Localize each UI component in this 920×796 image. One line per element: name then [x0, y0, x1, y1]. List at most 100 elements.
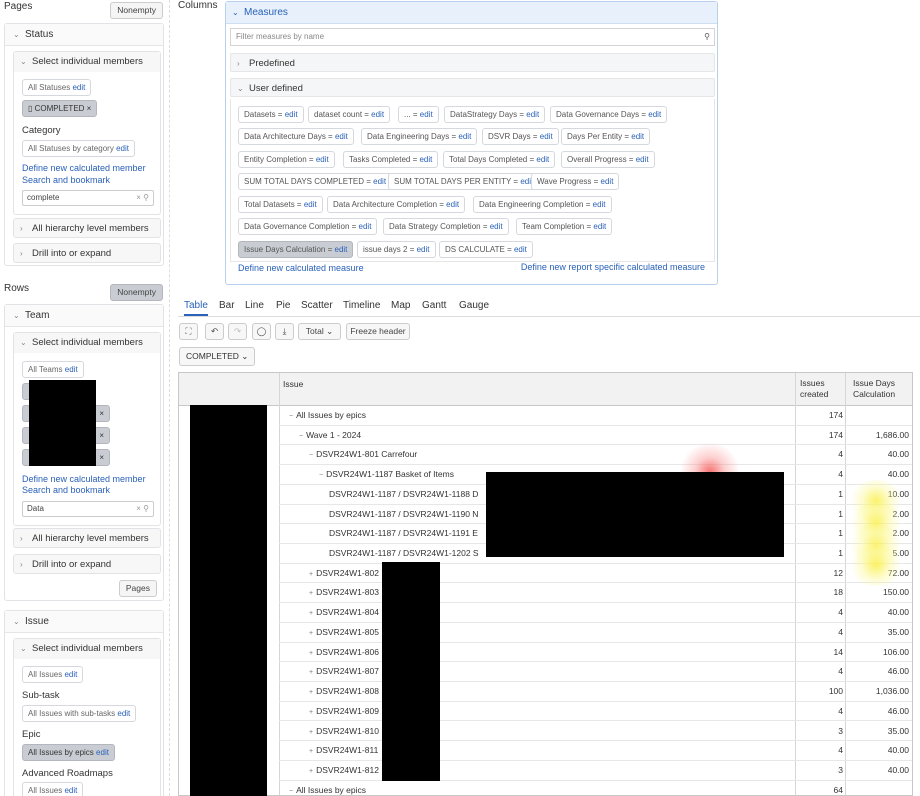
predefined-section[interactable]: › Predefined [230, 53, 715, 72]
table-row[interactable]: + DSVR24W1-811 4 40.00 [279, 741, 912, 761]
cell-issue-days[interactable]: 40.00 [847, 741, 909, 760]
cell-issue-days[interactable]: 46.00 [847, 662, 909, 681]
clear-search-icon[interactable]: × ⚲ [136, 502, 149, 516]
cell-issues-created[interactable]: 3 [791, 761, 843, 780]
measure-chip[interactable]: DS CALCULATE = edit [439, 241, 533, 258]
pages-button[interactable]: Pages [118, 580, 157, 597]
cell-issues-created[interactable]: 1 [791, 505, 843, 524]
measure-edit-link[interactable]: edit [316, 155, 329, 164]
row-issue-name[interactable]: DSVR24W1-1187 / DSVR24W1-1188 D [329, 485, 478, 504]
cell-issues-created[interactable]: 64 [791, 781, 843, 795]
close-icon[interactable]: × [99, 431, 104, 440]
measure-chip[interactable]: Entity Completion = edit [238, 151, 335, 168]
cell-issue-days[interactable]: 2.00 [847, 524, 909, 543]
expand-icon[interactable]: + [309, 571, 313, 578]
measure-edit-link[interactable]: edit [648, 110, 661, 119]
row-issue-name[interactable]: + DSVR24W1-812 [309, 761, 379, 781]
collapse-icon[interactable]: − [319, 472, 323, 479]
measure-edit-link[interactable]: edit [371, 110, 384, 119]
measure-edit-link[interactable]: edit [540, 132, 553, 141]
col-created-header[interactable]: Issues created [800, 378, 848, 400]
cell-issues-created[interactable]: 174 [791, 426, 843, 445]
table-row[interactable]: − All Issues by epics 174 [279, 406, 912, 426]
expand-icon[interactable]: + [309, 748, 313, 755]
cell-issues-created[interactable]: 14 [791, 643, 843, 662]
measure-edit-link[interactable]: edit [593, 222, 606, 231]
redo-icon[interactable]: ↷ [228, 323, 247, 340]
measure-chip[interactable]: Wave Progress = edit [531, 173, 620, 190]
cell-issues-created[interactable]: 4 [791, 465, 843, 484]
measure-chip[interactable]: Overall Progress = edit [561, 151, 655, 168]
comment-icon[interactable]: ◯ [252, 323, 271, 340]
cell-issues-created[interactable]: 1 [791, 544, 843, 563]
row-issue-name[interactable]: + DSVR24W1-804 [309, 603, 379, 623]
measure-chip[interactable]: SUM TOTAL DAYS PER ENTITY = edit [388, 173, 540, 190]
measure-chip[interactable]: ... = edit [398, 106, 439, 123]
row-issue-name[interactable]: + DSVR24W1-806 [309, 643, 379, 663]
row-issue-name[interactable]: − Wave 1 - 2024 [299, 426, 361, 446]
cell-issues-created[interactable]: 4 [791, 445, 843, 464]
measure-edit-link[interactable]: edit [420, 110, 433, 119]
measure-chip[interactable]: Data Architecture Days = edit [238, 128, 354, 145]
measure-edit-link[interactable]: edit [636, 155, 649, 164]
user-defined-section[interactable]: ⌄ User defined [230, 78, 715, 97]
close-icon[interactable]: × [99, 409, 104, 418]
tab-timeline[interactable]: Timeline [343, 300, 380, 311]
cell-issue-days[interactable]: 72.00 [847, 564, 909, 583]
measure-chip[interactable]: DataStrategy Days = edit [444, 106, 546, 123]
measure-edit-link[interactable]: edit [373, 177, 386, 186]
row-issue-name[interactable]: − All Issues by epics [289, 781, 366, 795]
row-issue-name[interactable]: + DSVR24W1-805 [309, 623, 379, 643]
col-issue-header[interactable]: Issue [283, 379, 303, 390]
measure-chip[interactable]: Data Strategy Completion = edit [383, 218, 509, 235]
cell-issues-created[interactable]: 4 [791, 702, 843, 721]
rows-search-bookmark-link[interactable]: Search and bookmark [22, 485, 110, 495]
cell-issue-days[interactable]: 46.00 [847, 702, 909, 721]
expand-icon[interactable]: + [309, 590, 313, 597]
expand-icon[interactable]: + [309, 768, 313, 775]
all-hierarchy-members[interactable]: › All hierarchy level members [13, 218, 161, 238]
define-calculated-member-link[interactable]: Define new calculated member [22, 163, 146, 173]
tab-line[interactable]: Line [245, 300, 264, 311]
measure-chip[interactable]: Datasets = edit [238, 106, 304, 123]
all-statuses-chip[interactable]: All Statuses edit [22, 79, 92, 96]
fullscreen-icon[interactable]: ⛶ [179, 323, 198, 340]
row-issue-name[interactable]: DSVR24W1-1187 / DSVR24W1-1190 N [329, 505, 478, 524]
close-icon[interactable]: × [99, 453, 104, 462]
define-report-measure-link[interactable]: Define new report specific calculated me… [521, 262, 705, 272]
define-calculated-measure-link[interactable]: Define new calculated measure [238, 263, 364, 273]
tab-gantt[interactable]: Gantt [422, 300, 446, 311]
tab-scatter[interactable]: Scatter [301, 300, 333, 311]
cell-issues-created[interactable]: 4 [791, 603, 843, 622]
issue-section-header[interactable]: ⌄ Issue [5, 611, 163, 633]
status-section-header[interactable]: ⌄ Status [5, 24, 163, 46]
cell-issue-days[interactable]: 35.00 [847, 722, 909, 741]
collapse-icon[interactable]: − [289, 788, 293, 795]
team-search-input[interactable]: Data × ⚲ [22, 501, 154, 517]
expand-icon[interactable]: + [309, 669, 313, 676]
expand-icon[interactable]: + [309, 729, 313, 736]
table-row[interactable]: + DSVR24W1-805 4 35.00 [279, 623, 912, 643]
cell-issues-created[interactable]: 4 [791, 623, 843, 642]
cell-issues-created[interactable]: 3 [791, 722, 843, 741]
rows-all-hierarchy-members[interactable]: › All hierarchy level members [13, 528, 161, 548]
cell-issues-created[interactable]: 4 [791, 662, 843, 681]
table-row[interactable]: + DSVR24W1-807 4 46.00 [279, 662, 912, 683]
total-dropdown[interactable]: Total ⌄ [298, 323, 341, 340]
cell-issue-days[interactable]: 40.00 [847, 465, 909, 484]
cell-issue-days[interactable]: 40.00 [847, 761, 909, 780]
measure-chip[interactable]: Team Completion = edit [516, 218, 613, 235]
row-issue-name[interactable]: − DSVR24W1-1187 Basket of Items [319, 465, 454, 485]
tab-map[interactable]: Map [391, 300, 410, 311]
table-row[interactable]: + DSVR24W1-806 14 106.00 [279, 643, 912, 663]
tab-bar[interactable]: Bar [219, 300, 235, 311]
measure-chip[interactable]: Total Days Completed = edit [443, 151, 556, 168]
table-row[interactable]: + DSVR24W1-802 12 72.00 [279, 564, 912, 584]
expand-icon[interactable]: + [309, 650, 313, 657]
row-issue-name[interactable]: + DSVR24W1-809 [309, 702, 379, 722]
measures-filter-input[interactable]: Filter measures by name ⚲ [230, 28, 715, 46]
row-issue-name[interactable]: + DSVR24W1-808 [309, 682, 379, 702]
row-issue-name[interactable]: − DSVR24W1-801 Carrefour [309, 445, 417, 465]
cell-issues-created[interactable]: 174 [791, 406, 843, 425]
table-row[interactable]: − All Issues by epics 64 [279, 781, 912, 795]
